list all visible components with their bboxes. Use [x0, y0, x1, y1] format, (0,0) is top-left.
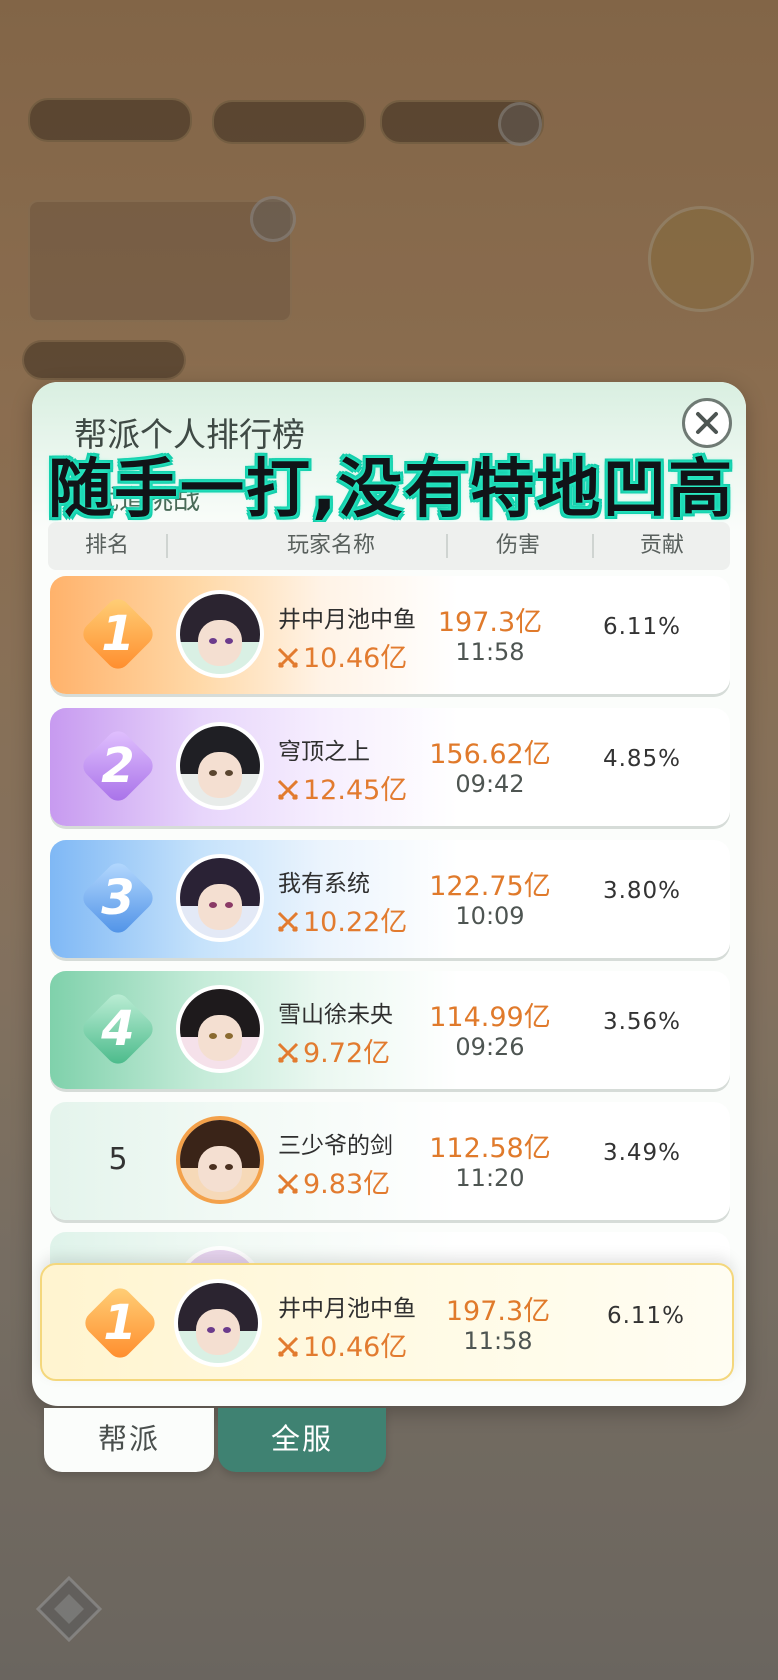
damage-value: 197.3亿 — [445, 1296, 551, 1327]
table-header: 排名 玩家名称 伤害 贡献 — [48, 522, 730, 570]
rank-badge-blue: 3 — [78, 858, 158, 938]
contribution-value: 3.49% — [602, 1140, 682, 1166]
power-value: 10.22亿 — [303, 907, 408, 938]
player-power: 9.72亿 — [276, 1031, 390, 1070]
player-name: 我有系统 — [278, 871, 370, 897]
swords-icon — [277, 647, 299, 669]
player-power: 9.83亿 — [276, 1162, 390, 1201]
power-value: 10.46亿 — [303, 1332, 408, 1363]
table-row[interactable]: 1 井中月池中鱼 10.46亿 197.3亿 11:58 6.11% — [50, 576, 730, 694]
tab-server[interactable]: 全服 — [218, 1408, 386, 1472]
time-value: 09:26 — [455, 1033, 525, 1061]
damage-value: 114.99亿 — [429, 1002, 551, 1033]
avatar[interactable] — [176, 722, 264, 810]
rank-number: 4 — [101, 1001, 135, 1057]
player-power: 10.22亿 — [276, 900, 407, 939]
avatar-eye — [208, 638, 217, 644]
damage-value: 156.62亿 — [429, 739, 551, 770]
player-power: 12.45亿 — [276, 768, 407, 807]
rank-number: 3 — [101, 870, 135, 926]
rank-badge-purple: 2 — [78, 726, 158, 806]
player-power: 10.46亿 — [276, 636, 407, 675]
my-rank-row[interactable]: 1 井中月池中鱼 10.46亿 197.3亿 11:58 6.11% — [40, 1263, 734, 1381]
avatar-eye — [224, 1033, 233, 1039]
power-value: 9.83亿 — [303, 1169, 391, 1200]
player-name: 穹顶之上 — [278, 739, 370, 765]
avatar[interactable] — [176, 590, 264, 678]
avatar-eye — [208, 1033, 217, 1039]
avatar-eye — [222, 1327, 231, 1333]
contribution-value: 6.11% — [602, 614, 682, 640]
avatar-eye — [208, 770, 217, 776]
rank-badge-gold: 1 — [78, 594, 158, 674]
overlay-caption: 随手一打,没有特地凹高 — [48, 453, 735, 527]
avatar-eye — [224, 1164, 233, 1170]
player-name: 井中月池中鱼 — [278, 607, 416, 633]
rank-number: 1 — [101, 606, 135, 662]
time-value: 11:58 — [455, 638, 525, 666]
power-value: 12.45亿 — [303, 775, 408, 806]
time-value: 10:09 — [455, 902, 525, 930]
time-value: 11:58 — [463, 1327, 533, 1355]
swords-icon — [277, 1042, 299, 1064]
time-value: 11:20 — [455, 1164, 525, 1192]
avatar[interactable] — [174, 1279, 262, 1367]
rank-badge-gold: 1 — [80, 1283, 160, 1363]
avatar-eye — [208, 902, 217, 908]
header-damage: 伤害 — [495, 533, 540, 558]
player-name: 井中月池中鱼 — [278, 1296, 416, 1322]
power-value: 10.46亿 — [303, 643, 408, 674]
rank-number: 2 — [101, 738, 135, 794]
avatar-eye — [224, 902, 233, 908]
table-row[interactable]: 5 三少爷的剑 9.83亿 112.58亿 11:20 3.49% — [50, 1102, 730, 1220]
damage-value: 197.3亿 — [437, 607, 543, 638]
rank-badge-green: 4 — [78, 989, 158, 1069]
table-row[interactable]: 3 我有系统 10.22亿 122.75亿 10:09 3.80% — [50, 840, 730, 958]
close-icon — [696, 412, 718, 434]
swords-icon — [277, 779, 299, 801]
avatar-eye — [206, 1327, 215, 1333]
contribution-value: 3.80% — [602, 878, 682, 904]
swords-icon — [277, 1173, 299, 1195]
avatar-eye — [208, 1164, 217, 1170]
avatar-face — [195, 1308, 241, 1355]
avatar-face — [197, 751, 243, 798]
swords-icon — [277, 911, 299, 933]
avatar-face — [197, 1014, 243, 1061]
player-name: 雪山徐未央 — [278, 1002, 393, 1028]
player-name: 三少爷的剑 — [278, 1133, 393, 1159]
time-value: 09:42 — [455, 770, 525, 798]
swords-icon — [277, 1336, 299, 1358]
table-row[interactable]: 4 雪山徐未央 9.72亿 114.99亿 09:26 3.56% — [50, 971, 730, 1089]
avatar-face — [197, 883, 243, 930]
avatar-eye — [224, 638, 233, 644]
player-power: 10.46亿 — [276, 1325, 407, 1364]
avatar[interactable] — [176, 985, 264, 1073]
menu-diamond-icon — [35, 1575, 103, 1643]
avatar[interactable] — [176, 854, 264, 942]
rank-number: 1 — [103, 1295, 137, 1351]
damage-value: 122.75亿 — [429, 871, 551, 902]
contribution-value: 3.56% — [602, 1009, 682, 1035]
table-row[interactable]: 2 穹顶之上 12.45亿 156.62亿 09:42 4.85% — [50, 708, 730, 826]
damage-value: 112.58亿 — [429, 1133, 551, 1164]
contribution-value: 4.85% — [602, 746, 682, 772]
avatar-face — [197, 1145, 243, 1192]
avatar-face — [197, 619, 243, 666]
header-contribution: 贡献 — [639, 533, 684, 558]
rank-number: 5 — [108, 1142, 128, 1177]
tab-guild[interactable]: 帮派 — [44, 1408, 214, 1472]
header-rank: 排名 — [84, 533, 129, 558]
contribution-value: 6.11% — [606, 1303, 686, 1329]
avatar[interactable] — [176, 1116, 264, 1204]
avatar-eye — [224, 770, 233, 776]
power-value: 9.72亿 — [303, 1038, 391, 1069]
